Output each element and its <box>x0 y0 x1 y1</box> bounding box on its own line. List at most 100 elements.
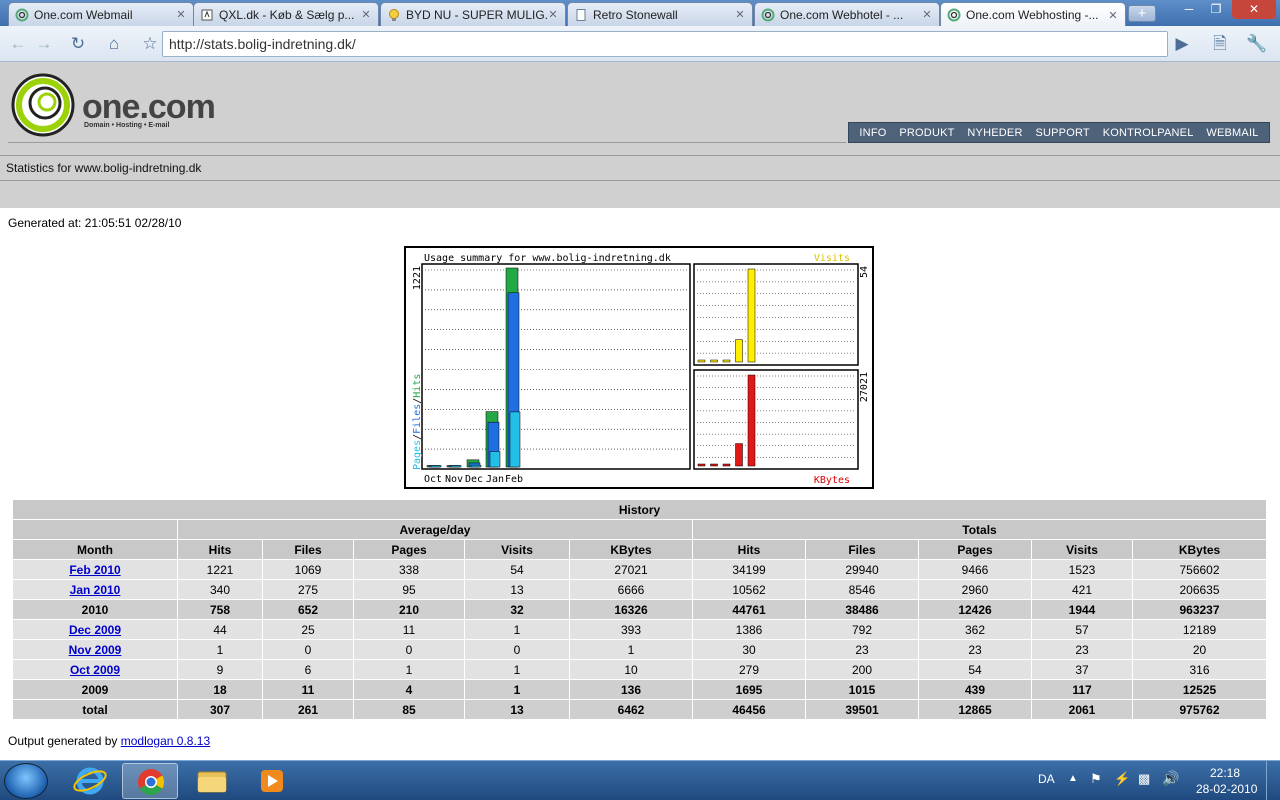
power-icon[interactable]: ⚡ <box>1114 771 1130 787</box>
history-table: History Average/day Totals Month Hits File… <box>12 499 1267 720</box>
table-cell: 9466 <box>919 560 1031 579</box>
chrome-taskbar-icon[interactable] <box>122 763 178 799</box>
site-header: one.com Domain • Hosting • E-mail INFO PR… <box>0 62 1280 208</box>
table-cell: 4 <box>354 680 464 699</box>
internet-explorer-icon[interactable] <box>62 763 118 799</box>
column-header-pages: Pages <box>354 540 464 559</box>
browser-toolbar: ← → ↻ ⌂ ☆ http://stats.bolig-indretning.… <box>0 26 1280 62</box>
month-link[interactable]: Oct 2009 <box>70 663 120 677</box>
logo-tagline: Domain • Hosting • E-mail <box>84 122 170 129</box>
month-cell: Dec 2009 <box>13 620 177 639</box>
new-tab-button[interactable]: + <box>1128 5 1156 22</box>
home-icon[interactable]: ⌂ <box>102 32 126 56</box>
network-icon[interactable]: ▩ <box>1138 771 1150 787</box>
table-cell: 29940 <box>806 560 918 579</box>
table-cell: 758 <box>178 600 262 619</box>
reload-icon[interactable]: ↻ <box>66 32 90 56</box>
file-explorer-icon[interactable] <box>184 763 240 799</box>
wrench-icon[interactable]: 🔧 <box>1242 32 1272 56</box>
clock-date[interactable]: 28-02-2010 <box>1196 782 1257 796</box>
table-cell: 756602 <box>1133 560 1266 579</box>
month-cell: 2010 <box>13 600 177 619</box>
month-link[interactable]: Dec 2009 <box>69 623 121 637</box>
header-divider <box>8 142 846 143</box>
table-cell: 20 <box>1133 640 1266 659</box>
table-cell: 206635 <box>1133 580 1266 599</box>
table-cell: 6666 <box>570 580 692 599</box>
table-cell: 25 <box>263 620 353 639</box>
usage-summary-chart: Usage summary for www.bolig-indretning.d… <box>404 246 874 489</box>
minimize-icon[interactable]: ─ <box>1176 0 1202 19</box>
kbytes-bar-nov <box>710 463 718 467</box>
show-desktop-button[interactable] <box>1266 761 1280 800</box>
clock-time[interactable]: 22:18 <box>1210 766 1240 780</box>
forward-arrow-icon[interactable]: → <box>32 32 56 56</box>
month-cell: Jan 2010 <box>13 580 177 599</box>
nav-item-webmail[interactable]: WEBMAIL <box>1206 127 1258 139</box>
volume-icon[interactable]: 🔊 <box>1162 770 1179 787</box>
kbytes-bar-oct <box>697 463 706 467</box>
close-window-icon[interactable]: ✕ <box>1232 0 1276 19</box>
column-header-month: Month <box>13 540 177 559</box>
browser-tab-label: QXL.dk - Køb & Sælg p... <box>219 7 355 22</box>
nav-item-info[interactable]: INFO <box>859 127 886 139</box>
onecom-logo[interactable]: one.com Domain • Hosting • E-mail <box>10 70 250 137</box>
tab-close-icon[interactable]: ✕ <box>360 8 372 21</box>
column-header-files: Files <box>806 540 918 559</box>
month-tick-feb: Feb <box>505 474 523 485</box>
modlogan-link[interactable]: modlogan 0.8.13 <box>121 734 210 748</box>
bar-pages-nov <box>450 465 462 468</box>
month-cell: Feb 2010 <box>13 560 177 579</box>
month-link[interactable]: Feb 2010 <box>69 563 120 577</box>
month-link[interactable]: Jan 2010 <box>70 583 121 597</box>
tab-close-icon[interactable]: ✕ <box>1107 9 1119 22</box>
kbytes-bar-jan <box>735 443 743 467</box>
month-tick-jan: Jan <box>486 474 504 485</box>
onecom-icon <box>761 8 775 22</box>
table-cell: 1 <box>178 640 262 659</box>
go-arrow-icon[interactable]: ▶ <box>1170 32 1194 56</box>
main-ylabel: Pages/Files/Hits <box>412 374 423 470</box>
tab-close-icon[interactable]: ✕ <box>175 8 187 21</box>
browser-tab[interactable]: QXL.dk - Køb & Sælg p... ✕ <box>193 2 379 26</box>
table-row: total 307 261 85 13 6462 46456 39501 12865 2061 97… <box>13 700 1266 719</box>
month-link[interactable]: Nov 2009 <box>69 643 122 657</box>
browser-tab[interactable]: One.com Webmail ✕ <box>8 2 194 26</box>
onecom-icon <box>947 8 961 22</box>
bar-pages-oct <box>430 465 442 468</box>
nav-item-nyheder[interactable]: NYHEDER <box>967 127 1022 139</box>
nav-item-kontrolpanel[interactable]: KONTROLPANEL <box>1103 127 1194 139</box>
table-cell: 11 <box>263 680 353 699</box>
table-row: Oct 2009 9 6 1 1 10 279 200 54 37 316 <box>13 660 1266 679</box>
table-cell: 16326 <box>570 600 692 619</box>
nav-item-produkt[interactable]: PRODUKT <box>899 127 954 139</box>
table-cell: 13 <box>465 700 569 719</box>
star-icon[interactable]: ☆ <box>138 32 162 56</box>
browser-tab-label: One.com Webmail <box>34 7 133 22</box>
chart-title: Usage summary for www.bolig-indretning.d… <box>424 253 671 264</box>
language-indicator[interactable]: DA <box>1038 772 1055 786</box>
table-cell: 421 <box>1032 580 1132 599</box>
page-menu-icon[interactable]: 🗎 <box>1206 32 1234 56</box>
onecom-icon <box>15 8 29 22</box>
show-hidden-icons-icon[interactable]: ▲ <box>1068 773 1078 784</box>
table-cell: 12525 <box>1133 680 1266 699</box>
kbytes-ymax-label: 27021 <box>859 372 870 402</box>
visits-label: Visits <box>814 253 850 264</box>
media-player-icon[interactable] <box>244 763 300 799</box>
tab-close-icon[interactable]: ✕ <box>921 8 933 21</box>
table-cell: 37 <box>1032 660 1132 679</box>
browser-tab[interactable]: Retro Stonewall ✕ <box>567 2 753 26</box>
action-center-icon[interactable]: ⚑ <box>1090 771 1102 787</box>
browser-tab[interactable]: BYD NU - SUPER MULIG... ✕ <box>380 2 566 26</box>
maximize-icon[interactable]: ❐ <box>1203 0 1229 19</box>
tab-close-icon[interactable]: ✕ <box>547 8 559 21</box>
table-cell: 0 <box>263 640 353 659</box>
tab-close-icon[interactable]: ✕ <box>734 8 746 21</box>
address-bar[interactable]: http://stats.bolig-indretning.dk/ <box>162 31 1168 57</box>
browser-tab[interactable]: One.com Webhotel - ... ✕ <box>754 2 940 26</box>
start-button-icon[interactable] <box>4 763 48 799</box>
back-arrow-icon[interactable]: ← <box>6 32 30 56</box>
browser-tab[interactable]: One.com Webhosting -... ✕ <box>940 2 1126 27</box>
nav-item-support[interactable]: SUPPORT <box>1035 127 1089 139</box>
